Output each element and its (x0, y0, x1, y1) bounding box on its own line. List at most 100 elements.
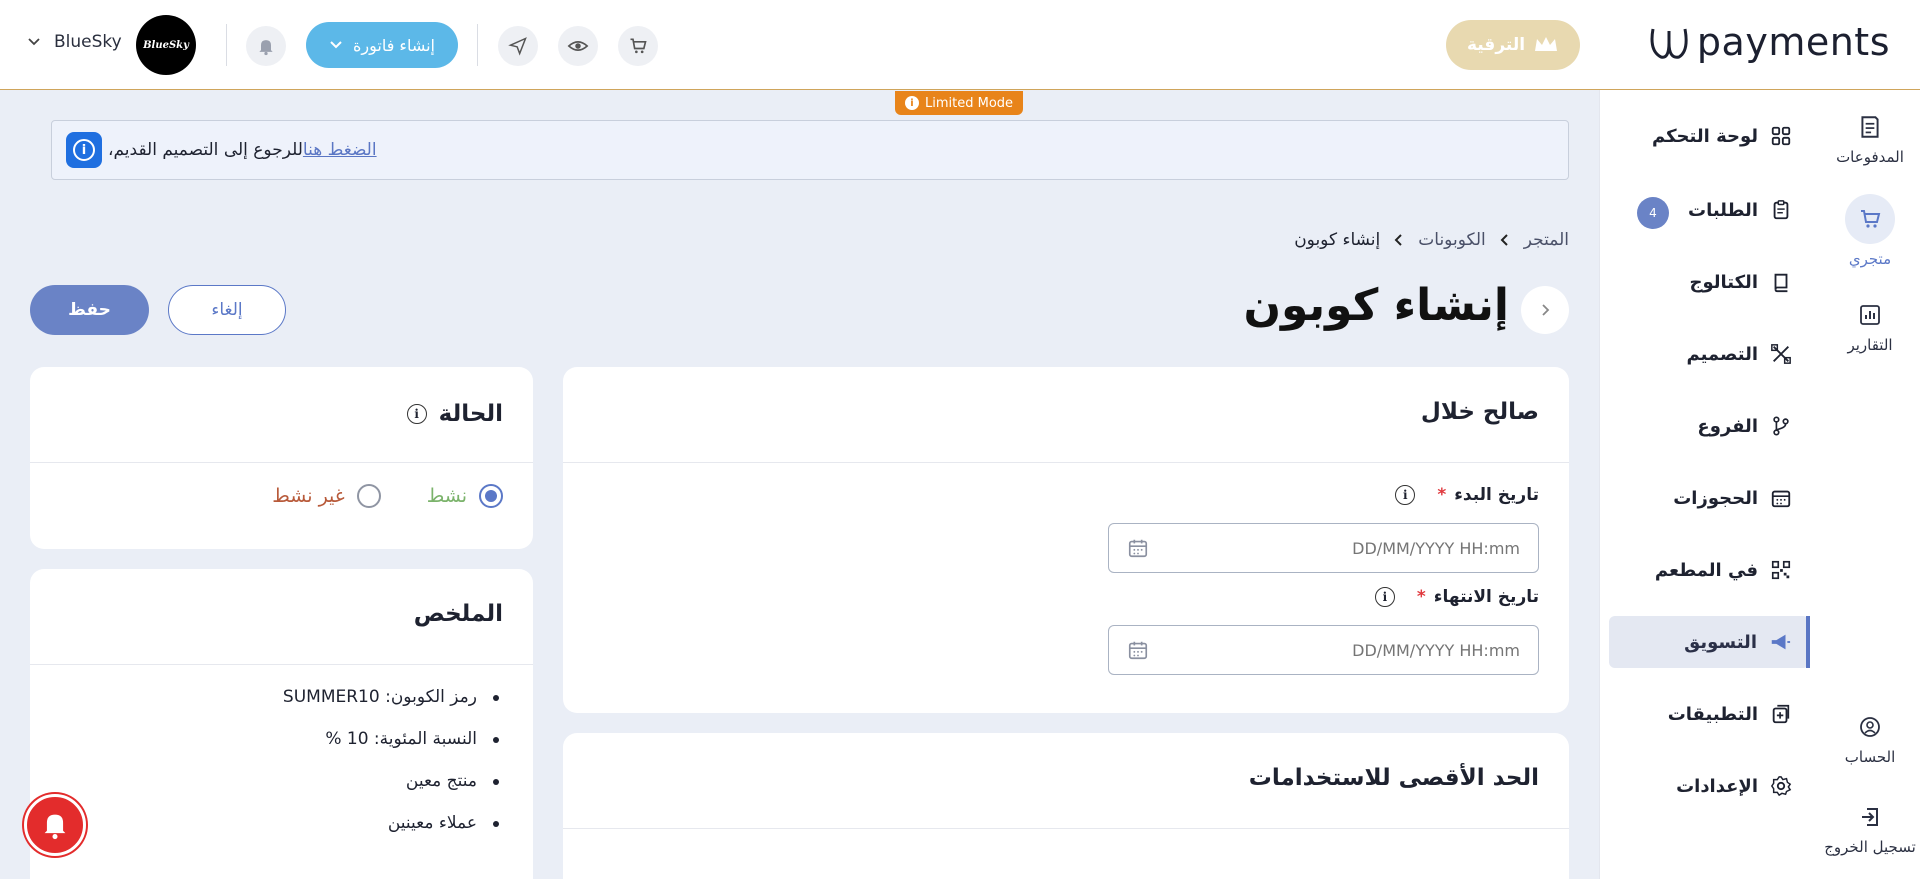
cancel-button[interactable]: إلغاء (168, 285, 286, 335)
eye-icon (567, 41, 589, 51)
breadcrumb-store[interactable]: المتجر (1524, 230, 1569, 250)
menu-branches-label: الفروع (1697, 415, 1758, 437)
preview-button[interactable] (558, 26, 598, 66)
menu-dashboard[interactable]: لوحة التحكم (1610, 110, 1810, 162)
crown-icon (1535, 37, 1558, 51)
top-bar: payments الترقية إنشاء فاتورة BlueSky Bl… (0, 0, 1920, 90)
menu-bookings[interactable]: الحجوزات (1610, 472, 1810, 524)
summary-list: رمز الكوبون: SUMMER10 النسبة المئوية: 10… (63, 687, 503, 855)
end-date-info-icon[interactable]: i (1374, 587, 1395, 607)
back-button[interactable] (1521, 286, 1569, 334)
menu-catalog[interactable]: الكتالوج (1610, 256, 1810, 308)
push-notification-button[interactable] (24, 794, 86, 856)
calendar-icon[interactable] (1127, 537, 1149, 559)
status-title: الحالة (438, 401, 503, 427)
summary-title: الملخص (413, 601, 503, 627)
inactive-radio[interactable] (356, 484, 381, 508)
breadcrumb-coupons[interactable]: الكوبونات (1418, 230, 1486, 250)
status-header: الحالة i (406, 401, 503, 427)
avatar-text: BlueSky (143, 39, 189, 51)
rail-payments-label: المدفوعات (1836, 148, 1904, 166)
max-usage-divider (563, 828, 1569, 829)
brand-logo-text: payments (1696, 20, 1890, 64)
bell-icon (259, 40, 273, 56)
orders-count-badge: 4 (1637, 197, 1669, 229)
user-menu-chevron-icon (28, 38, 40, 46)
create-invoice-button[interactable]: إنشاء فاتورة (306, 22, 458, 68)
rail-store-label: متجري (1848, 250, 1892, 268)
cart-icon (1861, 210, 1881, 228)
cart-icon (630, 38, 647, 54)
rail-reports[interactable]: التقارير (1820, 300, 1920, 354)
summary-divider (30, 664, 533, 665)
rail-logout[interactable]: تسجيل الخروج (1814, 802, 1920, 856)
breadcrumb: المتجر الكوبونات إنشاء كوبون (1294, 230, 1569, 250)
notifications-button[interactable] (246, 26, 286, 66)
cart-shortcut-button[interactable] (618, 26, 658, 66)
max-usage-title: الحد الأقصى للاستخدامات (1248, 765, 1539, 791)
start-date-field[interactable] (1108, 523, 1539, 573)
start-date-label: تاريخ البدء * i (1395, 485, 1539, 505)
branches-icon (1773, 416, 1789, 436)
brand-logo[interactable]: payments (1647, 20, 1890, 64)
validity-card: صالح خلال تاريخ البدء * i تاريخ الانتهاء… (563, 367, 1569, 713)
status-radio-group: نشط غير نشط (272, 484, 503, 508)
summary-card: الملخص رمز الكوبون: SUMMER10 النسبة المئ… (30, 569, 533, 879)
active-radio[interactable] (479, 484, 503, 508)
notice-link[interactable]: الضغط هنا (303, 140, 377, 160)
status-info-icon[interactable]: i (406, 404, 427, 424)
status-card: الحالة i نشط غير نشط (30, 367, 533, 549)
breadcrumb-chevron-icon (1394, 234, 1402, 246)
breadcrumb-chevron-icon (1500, 234, 1508, 246)
end-date-input[interactable] (1160, 640, 1520, 660)
menu-branches[interactable]: الفروع (1610, 400, 1810, 452)
start-date-info-icon[interactable]: i (1395, 485, 1416, 505)
rail-logout-label: تسجيل الخروج (1824, 838, 1916, 856)
active-label[interactable]: نشط (427, 485, 467, 507)
rail-account-label: الحساب (1844, 748, 1896, 766)
send-button[interactable] (498, 26, 538, 66)
menu-marketing[interactable]: التسويق (1609, 616, 1810, 668)
calendar-icon (1771, 490, 1791, 508)
chevron-down-icon (330, 41, 342, 49)
megaphone-icon (1771, 634, 1791, 650)
menu-settings-label: الإعدادات (1676, 775, 1758, 797)
start-date-label-text: تاريخ البدء (1454, 485, 1539, 505)
user-menu[interactable]: BlueSky (28, 32, 122, 52)
menu-design[interactable]: التصميم (1610, 328, 1810, 380)
inactive-label[interactable]: غير نشط (272, 485, 344, 507)
design-tools-icon (1771, 344, 1791, 364)
menu-settings[interactable]: الإعدادات (1610, 760, 1810, 812)
max-usage-card: الحد الأقصى للاستخدامات (563, 733, 1569, 879)
status-divider (30, 462, 533, 463)
start-date-input[interactable] (1160, 538, 1520, 558)
menu-design-label: التصميم (1686, 343, 1758, 365)
create-invoice-label: إنشاء فاتورة (352, 35, 435, 55)
qr-code-icon (1771, 560, 1791, 580)
save-button[interactable]: حفظ (30, 285, 149, 335)
rail-payments[interactable]: المدفوعات (1820, 112, 1920, 166)
menu-bookings-label: الحجوزات (1673, 487, 1758, 509)
end-date-field[interactable] (1108, 625, 1539, 675)
upgrade-label: الترقية (1466, 35, 1526, 55)
menu-dine-in[interactable]: في المطعم (1610, 544, 1810, 596)
gear-icon (1770, 776, 1792, 797)
topbar-divider-2 (226, 24, 227, 66)
sidebar: المدفوعات متجري التقارير الحساب تسجيل ال… (1599, 90, 1920, 879)
orders-count-text: 4 (1649, 206, 1657, 220)
end-date-label-text: تاريخ الانتهاء (1433, 587, 1539, 607)
menu-apps[interactable]: التطبيقات (1610, 688, 1810, 740)
end-date-label: تاريخ الانتهاء * i (1374, 587, 1539, 607)
rail-account[interactable]: الحساب (1820, 712, 1920, 766)
topbar-divider (477, 24, 478, 66)
rail-reports-label: التقارير (1847, 336, 1893, 354)
upgrade-button[interactable]: الترقية (1446, 20, 1580, 70)
payments-icon (1861, 116, 1879, 138)
rail-store[interactable]: متجري (1820, 194, 1920, 268)
summary-item-code: رمز الكوبون: SUMMER10 (63, 687, 503, 707)
avatar[interactable]: BlueSky (136, 15, 196, 75)
menu-dine-in-label: في المطعم (1654, 559, 1758, 581)
calendar-icon[interactable] (1127, 639, 1149, 661)
menu-dashboard-label: لوحة التحكم (1651, 125, 1758, 147)
user-name: BlueSky (54, 32, 122, 52)
